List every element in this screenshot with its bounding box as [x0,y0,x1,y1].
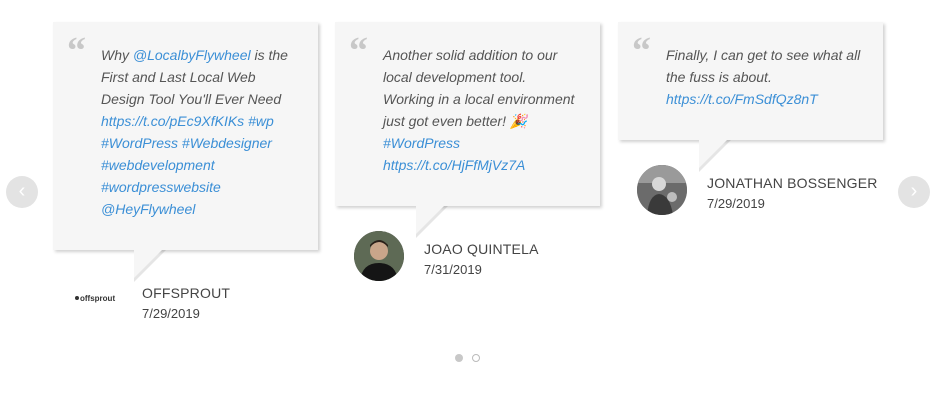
logo-text: offsprout [80,294,115,303]
card-tail [699,138,729,168]
tweet-link[interactable]: #wp [248,113,274,129]
author-date-1: 7/29/2019 [142,306,200,321]
tweet-text: Finally, I can get to see what all the f… [666,47,861,85]
testimonial-text-2: Another solid addition to our local deve… [383,44,580,176]
person-photo-icon [354,231,404,281]
author-name-3: JONATHAN BOSSENGER [707,175,878,191]
testimonial-card-3: “ Finally, I can get to see what all the… [618,22,883,140]
tweet-link[interactable]: https://t.co/FmSdfQz8nT [666,91,818,107]
author-date-2: 7/31/2019 [424,262,482,277]
chevron-left-icon: ‹ [18,180,26,202]
tweet-link[interactable]: #wordpresswebsite [101,179,221,195]
tweet-link[interactable]: #webdevelopment [101,157,215,173]
person-photo-icon [637,165,687,215]
quote-icon: “ [67,30,86,72]
tweet-link[interactable]: #Webdesigner [182,135,272,151]
avatar-jonathan-bossenger [637,165,687,215]
next-slide-button[interactable]: › [898,176,930,208]
quote-icon: “ [632,30,651,72]
author-name-2: JOAO QUINTELA [424,241,539,257]
quote-icon: “ [349,30,368,72]
testimonial-text-1: Why @LocalbyFlywheel is the First and La… [101,44,298,220]
chevron-right-icon: › [910,180,918,202]
tweet-link[interactable]: @LocalbyFlywheel [133,47,251,63]
tweet-text: Another solid addition to our local deve… [383,47,575,129]
offsprout-logo-icon: offsprout [75,294,115,303]
pagination-dot-2[interactable] [472,354,480,362]
avatar-offsprout: offsprout [73,273,123,323]
tweet-text: Why [101,47,133,63]
tweet-link[interactable]: #WordPress [383,135,460,151]
pagination-dot-1[interactable] [455,354,463,362]
card-tail [134,248,164,278]
tweet-link[interactable]: https://t.co/HjFfMjVz7A [383,157,525,173]
tweet-link[interactable]: #WordPress [101,135,178,151]
testimonial-card-2: “ Another solid addition to our local de… [335,22,600,206]
tweet-link[interactable]: https://t.co/pEc9XfKIKs [101,113,244,129]
tweet-link[interactable]: @HeyFlywheel [101,201,195,217]
author-name-1: OFFSPROUT [142,285,231,301]
prev-slide-button[interactable]: ‹ [6,176,38,208]
testimonial-card-1: “ Why @LocalbyFlywheel is the First and … [53,22,318,250]
author-date-3: 7/29/2019 [707,196,765,211]
card-tail [416,204,446,234]
testimonial-text-3: Finally, I can get to see what all the f… [666,44,863,110]
avatar-joao-quintela [354,231,404,281]
